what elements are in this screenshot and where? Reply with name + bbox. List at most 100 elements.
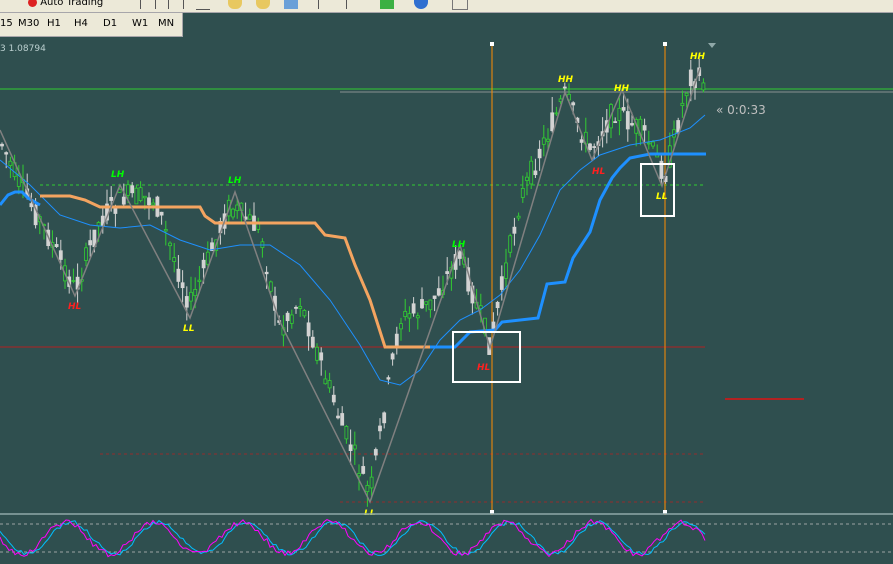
candle-body xyxy=(495,301,500,309)
candle-body xyxy=(189,291,193,302)
candle-body xyxy=(294,306,298,309)
chart-canvas[interactable]: LHLHHLLLLLLHHLHHHHHLLLHH xyxy=(0,0,893,564)
candle-body xyxy=(159,211,164,216)
chart-shift-icon xyxy=(708,43,716,48)
candle-body xyxy=(323,378,328,385)
candle-body xyxy=(562,86,567,89)
candle-body xyxy=(352,444,357,450)
candle-body xyxy=(134,187,139,205)
candle-body xyxy=(168,242,172,247)
candle-body xyxy=(588,143,592,150)
candle-body xyxy=(197,279,202,282)
candle-body xyxy=(403,311,408,317)
candle-body xyxy=(533,170,538,176)
candle-body xyxy=(651,141,655,147)
candle-body xyxy=(436,288,441,296)
candle-body xyxy=(571,102,576,106)
candle-body xyxy=(138,187,143,201)
candle-body xyxy=(411,303,416,314)
candle-body xyxy=(394,333,399,347)
candle-body xyxy=(302,310,307,317)
candle-body xyxy=(306,322,311,337)
swing-label-hl: HL xyxy=(592,167,606,177)
swing-label-hh: HH xyxy=(558,75,574,85)
candle-body xyxy=(147,197,151,206)
symbol-info: 3 1.08794 xyxy=(0,44,46,54)
candle-body xyxy=(428,299,433,311)
candle-body xyxy=(176,268,181,282)
candle-body xyxy=(520,187,525,198)
candle-body xyxy=(109,196,114,201)
candle-body xyxy=(285,312,290,322)
candle-body xyxy=(529,160,534,185)
swing-label-ll: LL xyxy=(656,192,668,202)
supertrend-up-line xyxy=(0,190,41,207)
candle-body xyxy=(613,121,618,124)
candle-body xyxy=(201,259,206,269)
candle-body xyxy=(84,247,88,261)
candle-body xyxy=(268,281,273,292)
swing-label-lh: LH xyxy=(228,176,242,186)
candle-body xyxy=(420,299,424,309)
candle-body xyxy=(310,336,315,348)
candle-body xyxy=(289,314,294,324)
candle-body xyxy=(680,102,685,107)
candle-body xyxy=(264,271,269,275)
chart-grid xyxy=(0,42,893,564)
candle-body xyxy=(4,152,9,155)
swing-label-hl: HL xyxy=(68,302,82,312)
candle-body xyxy=(642,125,647,131)
candle-body xyxy=(457,251,462,259)
candle-body xyxy=(407,313,412,319)
candle-body xyxy=(184,296,189,308)
swing-label-lh: LH xyxy=(111,170,125,180)
candle-body xyxy=(373,449,378,456)
candle-body xyxy=(499,276,504,290)
candle-body xyxy=(554,112,559,115)
candle-body xyxy=(369,476,374,489)
candle-body xyxy=(8,160,13,166)
candle-body xyxy=(550,112,555,132)
candle-body xyxy=(592,146,597,148)
moving-average-line xyxy=(0,114,706,386)
candle-body xyxy=(298,306,303,309)
candle-body xyxy=(390,353,395,360)
candle-body xyxy=(130,185,135,194)
swing-label-hh: HH xyxy=(690,52,706,62)
candle-body xyxy=(142,195,147,199)
candle-body xyxy=(579,139,584,143)
candle-body xyxy=(361,466,366,474)
candle-body xyxy=(688,69,693,87)
candle-body xyxy=(432,295,437,299)
candle-body xyxy=(415,315,420,319)
indicators xyxy=(0,67,706,504)
candle-body xyxy=(365,484,370,493)
candle-body xyxy=(344,425,349,440)
candle-body xyxy=(424,301,429,305)
candle-body xyxy=(541,137,546,145)
zigzag-line xyxy=(0,67,701,504)
candle-body xyxy=(29,203,34,208)
candle-body xyxy=(512,226,517,234)
candle-body xyxy=(525,176,529,181)
candle-body xyxy=(121,196,126,205)
swing-label-lh: LH xyxy=(452,240,466,250)
candle-body xyxy=(319,352,324,361)
candle-body xyxy=(646,142,651,145)
candle-body xyxy=(508,235,513,253)
supertrend-down-line xyxy=(40,194,430,349)
candle-body xyxy=(621,107,626,111)
candle-body xyxy=(205,251,210,265)
vertical-line-handle xyxy=(663,42,667,46)
highlight-box xyxy=(640,163,675,217)
candle-body xyxy=(382,412,387,424)
candle-countdown: « 0:0:33 xyxy=(716,103,766,117)
candle-body xyxy=(701,82,706,91)
candle-body xyxy=(546,138,550,142)
swing-label-hh: HH xyxy=(614,84,630,94)
swing-label-ll: LL xyxy=(183,324,195,334)
candle-body xyxy=(126,184,130,196)
candle-body xyxy=(151,202,156,206)
candle-body xyxy=(386,377,391,380)
candle-body xyxy=(684,92,689,97)
